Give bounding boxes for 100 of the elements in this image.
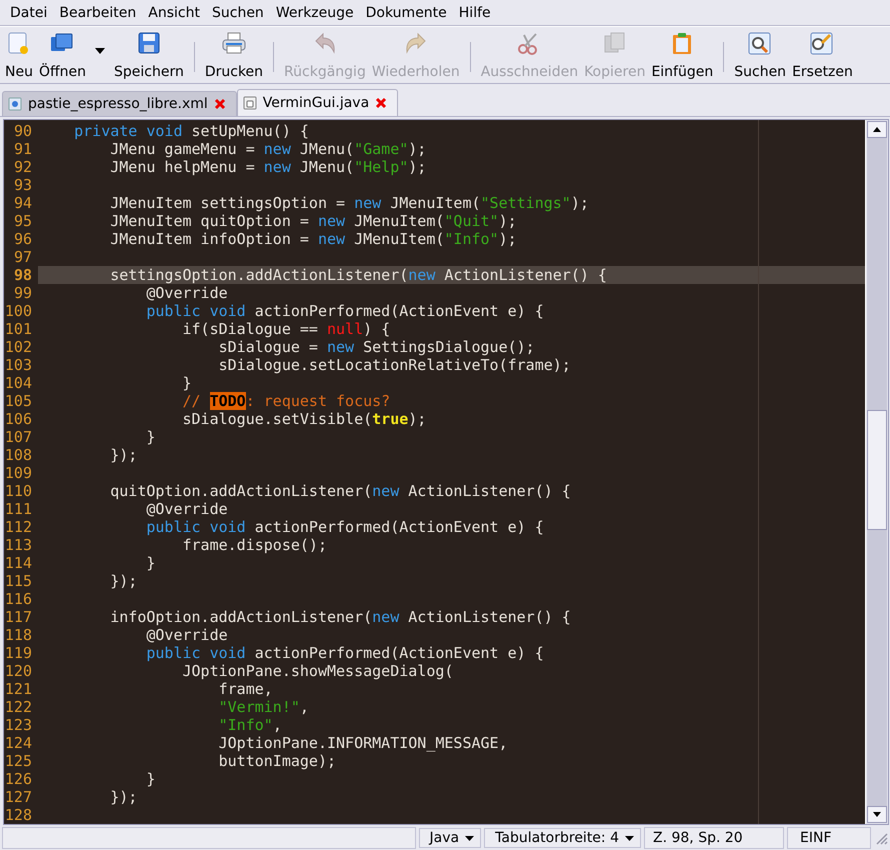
code-line: public void actionPerformed(ActionEvent e) {: [145, 518, 544, 536]
scroll-up-button[interactable]: [867, 121, 887, 138]
code-line: public void actionPerformed(ActionEvent e) {: [145, 644, 544, 662]
menu-item[interactable]: Ansicht: [142, 4, 206, 20]
line-number: 116: [4, 590, 33, 608]
code-line: });: [109, 788, 138, 806]
toolbar-button[interactable]: Suchen: [731, 28, 790, 82]
code-line: }: [145, 770, 156, 788]
line-number: 112: [4, 518, 33, 536]
code-line: infoOption.addActionListener(new ActionListener() {: [109, 608, 571, 626]
code-line: @Override: [145, 626, 228, 644]
code-line: JMenuItem quitOption = new JMenuItem("Quit");: [109, 212, 517, 230]
caret-icon: [95, 48, 105, 54]
toolbar-button[interactable]: Drucken: [202, 28, 266, 82]
code-line: sDialogue = new SettingsDialogue();: [218, 338, 535, 356]
code-line: if(sDialogue == null) {: [181, 320, 390, 338]
line-number: 115: [4, 572, 33, 590]
menu-item[interactable]: Hilfe: [452, 4, 497, 20]
line-number: 128: [4, 806, 33, 824]
code-line: frame.dispose();: [181, 536, 327, 554]
menu-item[interactable]: Datei: [4, 4, 54, 20]
line-number: 118: [4, 626, 33, 644]
line-number: 105: [4, 392, 33, 410]
file-tab[interactable]: VerminGui.java: [236, 89, 398, 116]
cursor-position: Z. 98, Sp. 20: [644, 827, 784, 849]
code-line: "Info",: [218, 716, 282, 734]
line-number: 113: [4, 536, 33, 554]
line-number: 126: [4, 770, 33, 788]
language-dropdown[interactable]: Java: [418, 828, 482, 848]
line-number: 90: [12, 122, 33, 140]
line-number: 127: [4, 788, 33, 806]
tab-width-dropdown[interactable]: Tabulatorbreite: 4: [484, 828, 641, 848]
line-number: 121: [4, 680, 33, 698]
code-line: JOptionPane.showMessageDialog(: [181, 662, 454, 680]
line-number: 119: [4, 644, 33, 662]
line-number: 92: [12, 158, 33, 176]
menu-item[interactable]: Bearbeiten: [53, 4, 142, 20]
close-icon[interactable]: [214, 98, 226, 110]
line-number: 101: [4, 320, 33, 338]
code-line: JMenuItem settingsOption = new JMenuItem("Settings");: [109, 194, 589, 212]
code-line: JMenu gameMenu = new JMenu("Game");: [109, 140, 426, 158]
line-number: 106: [4, 410, 33, 428]
scroll-down-button[interactable]: [867, 806, 887, 823]
line-number: 120: [4, 662, 33, 680]
code-line: JOptionPane.INFORMATION_MESSAGE,: [218, 734, 508, 752]
toolbar-button[interactable]: Öffnen: [36, 28, 89, 82]
menu-item[interactable]: Dokumente: [360, 4, 453, 20]
caret-icon: [625, 836, 634, 840]
code-line: });: [109, 446, 138, 464]
line-number: 125: [4, 752, 33, 770]
find-replace-icon: [809, 31, 836, 55]
code-line: public void actionPerformed(ActionEvent e) {: [145, 302, 544, 320]
code-line: sDialogue.setLocationRelativeTo(frame);: [218, 356, 571, 374]
toolbar-button[interactable]: Ersetzen: [789, 28, 856, 82]
printer-icon: [220, 31, 247, 55]
line-number: 104: [4, 374, 33, 392]
line-number: 123: [4, 716, 33, 734]
code-line: settingsOption.addActionListener(new ActionListener() {: [109, 266, 607, 284]
code-line: @Override: [145, 284, 228, 302]
line-number: 97: [12, 248, 33, 266]
code-line: JMenuItem infoOption = new JMenuItem("Info");: [109, 230, 517, 248]
line-number: 108: [4, 446, 33, 464]
menu-item[interactable]: Werkzeuge: [270, 4, 360, 20]
menu-item[interactable]: Suchen: [206, 4, 270, 20]
line-number: 122: [4, 698, 33, 716]
code-line: private void setUpMenu() {: [73, 122, 309, 140]
line-number: 94: [12, 194, 33, 212]
code-line: });: [109, 572, 138, 590]
line-number: 103: [4, 356, 33, 374]
code-editor[interactable]: [3, 119, 889, 825]
code-line: "Vermin!",: [218, 698, 309, 716]
line-number: 124: [4, 734, 33, 752]
line-number: 91: [12, 140, 33, 158]
toolbar-button[interactable]: Einfügen: [648, 28, 716, 82]
code-line: buttonImage);: [218, 752, 336, 770]
toolbar-button[interactable]: Neu: [2, 28, 36, 82]
resize-grip-icon[interactable]: [874, 831, 888, 845]
line-number: 102: [4, 338, 33, 356]
code-line: }: [145, 428, 156, 446]
code-line: quitOption.addActionListener(new ActionListener() {: [109, 482, 571, 500]
line-number: 110: [4, 482, 33, 500]
up-arrow-icon: [873, 127, 881, 132]
code-line: sDialogue.setVisible(true);: [181, 410, 426, 428]
document-icon: [242, 96, 257, 110]
file-tab[interactable]: pastie_espresso_libre.xml: [2, 91, 237, 116]
document-icon: [8, 97, 22, 111]
line-number: 95: [12, 212, 33, 230]
code-line: @Override: [145, 500, 228, 518]
toolbar-button[interactable]: Speichern: [111, 28, 187, 82]
scrollbar-thumb[interactable]: [867, 410, 887, 530]
code-line: frame,: [218, 680, 273, 698]
code-line: }: [145, 554, 156, 572]
line-number: 93: [12, 176, 33, 194]
code-line: JMenu helpMenu = new JMenu("Help");: [109, 158, 426, 176]
line-number: 109: [4, 464, 33, 482]
search-icon: [747, 31, 774, 55]
line-number: 107: [4, 428, 33, 446]
line-number: 96: [12, 230, 33, 248]
close-icon[interactable]: [375, 97, 388, 109]
line-number: 114: [4, 554, 33, 572]
